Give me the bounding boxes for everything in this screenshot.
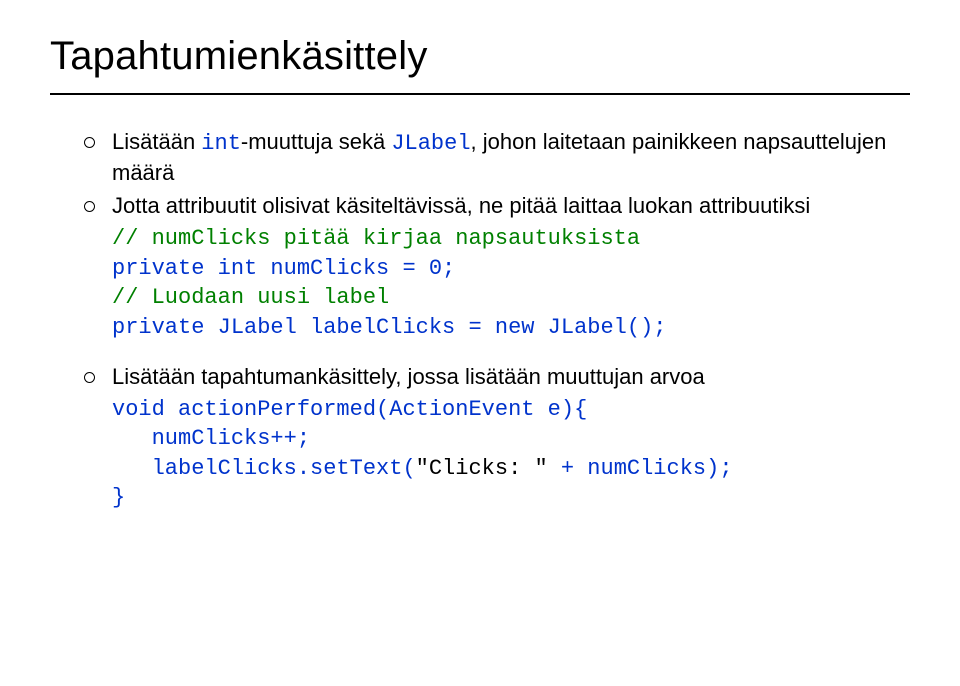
- code-segment: // numClicks pitää kirjaa napsautuksista: [112, 226, 640, 251]
- text-segment: int: [201, 131, 241, 156]
- code-segment: void actionPerformed(ActionEvent e){: [112, 397, 587, 422]
- list-item: Lisätään tapahtumankäsittely, jossa lisä…: [84, 362, 910, 391]
- list-item: Lisätään int-muuttuja sekä JLabel, johon…: [84, 127, 910, 187]
- code-line: // Luodaan uusi label: [112, 285, 389, 310]
- slide: Tapahtumienkäsittely Lisätään int-muuttu…: [0, 0, 960, 686]
- code-segment: "Clicks: ": [416, 456, 548, 481]
- code-segment: labelClicks.setText(: [112, 456, 416, 481]
- code-line: numClicks++;: [112, 426, 310, 451]
- text-segment: Jotta attribuutit olisivat käsiteltäviss…: [112, 193, 810, 218]
- code-line: private int numClicks = 0;: [112, 256, 455, 281]
- code-segment: + numClicks);: [548, 456, 733, 481]
- text-segment: JLabel: [391, 131, 470, 156]
- slide-content: Lisätään int-muuttuja sekä JLabel, johon…: [50, 127, 910, 513]
- code-segment: // Luodaan uusi label: [112, 285, 389, 310]
- code-segment: }: [112, 485, 125, 510]
- code-segment: numClicks++;: [112, 426, 310, 451]
- bullet-list-1: Lisätään int-muuttuja sekä JLabel, johon…: [84, 127, 910, 220]
- text-segment: Lisätään tapahtumankäsittely, jossa lisä…: [112, 364, 705, 389]
- page-title: Tapahtumienkäsittely: [50, 34, 910, 79]
- code-block-2: void actionPerformed(ActionEvent e){ num…: [112, 395, 910, 513]
- code-block-1: // numClicks pitää kirjaa napsautuksista…: [112, 224, 910, 342]
- bullet-list-2: Lisätään tapahtumankäsittely, jossa lisä…: [84, 362, 910, 391]
- code-line: labelClicks.setText("Clicks: " + numClic…: [112, 456, 733, 481]
- code-line: void actionPerformed(ActionEvent e){: [112, 397, 587, 422]
- code-segment: private int numClicks = 0;: [112, 256, 455, 281]
- list-item: Jotta attribuutit olisivat käsiteltäviss…: [84, 191, 910, 220]
- code-line: }: [112, 485, 125, 510]
- text-segment: Lisätään: [112, 129, 201, 154]
- title-underline: [50, 93, 910, 95]
- text-segment: -muuttuja sekä: [241, 129, 391, 154]
- code-line: private JLabel labelClicks = new JLabel(…: [112, 315, 667, 340]
- code-line: // numClicks pitää kirjaa napsautuksista: [112, 226, 640, 251]
- code-segment: private JLabel labelClicks = new JLabel(…: [112, 315, 667, 340]
